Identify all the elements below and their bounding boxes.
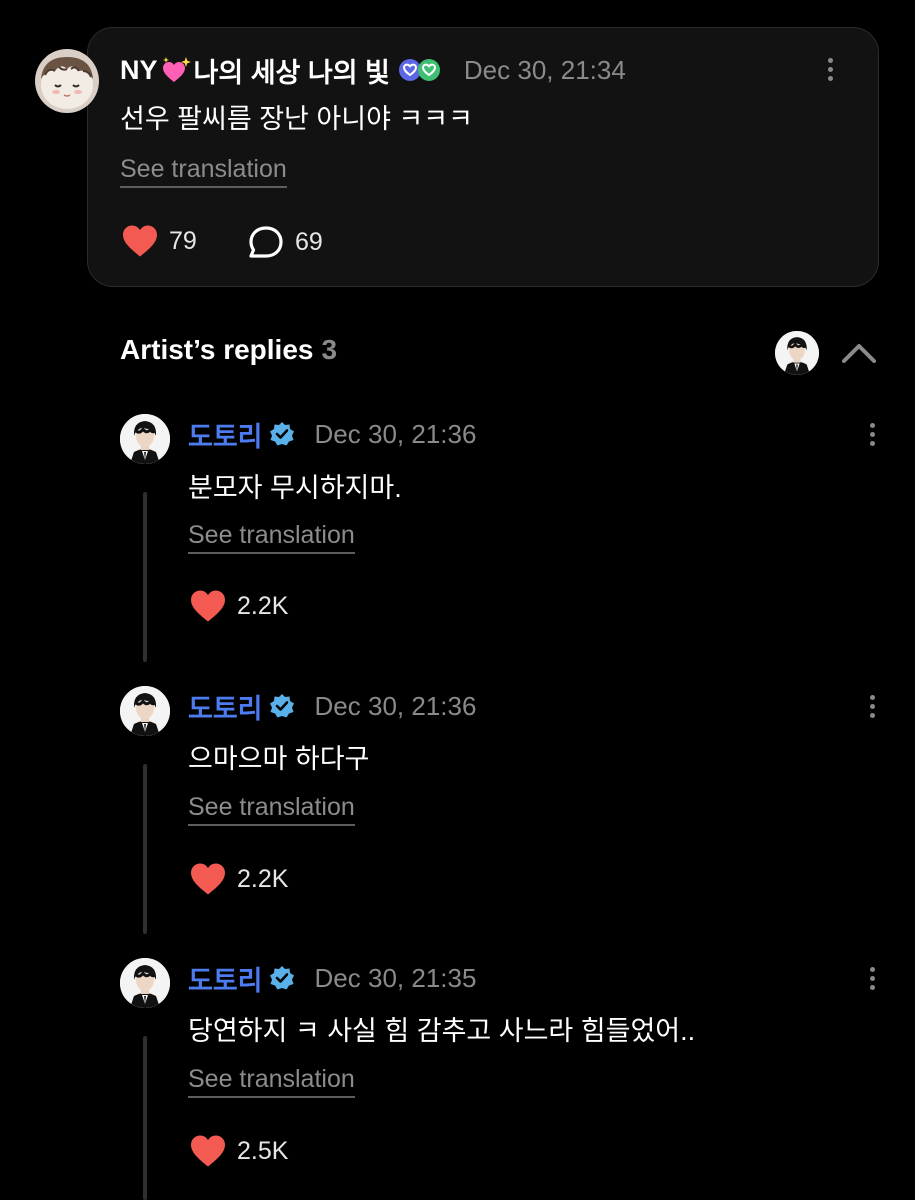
- verified-badge-icon: [269, 421, 295, 447]
- reply-more-icon[interactable]: [862, 416, 882, 452]
- sparkling-heart-icon: [160, 55, 192, 85]
- reply-avatar[interactable]: [120, 414, 170, 464]
- reply-see-translation-link[interactable]: See translation: [188, 521, 355, 554]
- post-more-icon[interactable]: [820, 51, 840, 87]
- post-timestamp: Dec 30, 21:34: [463, 54, 626, 85]
- reply-like-count: 2.5K: [237, 1136, 289, 1165]
- reply-author-name: 도토리: [188, 421, 263, 452]
- thread-line: [143, 492, 147, 662]
- reply-author[interactable]: 도토리 Dec 30, 21:36: [188, 688, 476, 724]
- reply-like-count: 2.2K: [237, 591, 289, 620]
- reply-timestamp: Dec 30, 21:36: [314, 690, 477, 721]
- reply-author-name: 도토리: [188, 693, 263, 724]
- reply-author-name: 도토리: [188, 965, 263, 996]
- verified-badge-icon: [269, 693, 295, 719]
- reply-more-icon[interactable]: [862, 688, 882, 724]
- collapse-chevron-up-icon[interactable]: [840, 336, 878, 368]
- artist-avatar-small[interactable]: [775, 331, 819, 375]
- post-author-avatar[interactable]: [35, 49, 99, 113]
- reply-see-translation-link[interactable]: See translation: [188, 1065, 355, 1098]
- reply-text: 으마으마 하다구: [188, 744, 370, 774]
- post-author-name[interactable]: NY 나의 세상 나의 빛 Dec 30, 21:34: [120, 52, 626, 88]
- post-comment-button[interactable]: 69: [247, 224, 323, 260]
- reply-author[interactable]: 도토리 Dec 30, 21:36: [188, 416, 476, 452]
- post-text: 선우 팔씨름 장난 아니야 ㅋㅋㅋ: [120, 104, 473, 134]
- heart-icon: [189, 1134, 227, 1168]
- post-like-count: 79: [169, 226, 197, 255]
- reply-timestamp: Dec 30, 21:36: [314, 418, 477, 449]
- reply-timestamp: Dec 30, 21:35: [314, 962, 477, 993]
- artist-replies-count: 3: [321, 334, 338, 365]
- reply-text: 분모자 무시하지마.: [188, 473, 402, 503]
- heart-icon: [121, 224, 159, 258]
- reply-more-icon[interactable]: [862, 960, 882, 996]
- heart-icon: [189, 862, 227, 896]
- reply-like-count: 2.2K: [237, 864, 289, 893]
- thread-line: [143, 764, 147, 934]
- artist-replies-title: Artist’s replies 3: [120, 334, 337, 366]
- post-comment-count: 69: [295, 227, 323, 256]
- post-like-button[interactable]: 79: [121, 224, 197, 258]
- reply-like-button[interactable]: 2.2K: [189, 862, 288, 896]
- thread-line: [143, 1036, 147, 1200]
- comment-bubble-icon: [249, 226, 283, 258]
- reply-text: 당연하지 ㅋ 사실 힘 감추고 사느라 힘들었어..: [188, 1016, 696, 1046]
- heart-icon: [189, 589, 227, 623]
- verified-badge-icon: [269, 965, 295, 991]
- reply-author[interactable]: 도토리 Dec 30, 21:35: [188, 960, 476, 996]
- post-see-translation-link[interactable]: See translation: [120, 155, 287, 188]
- reply-see-translation-link[interactable]: See translation: [188, 793, 355, 826]
- post-author-name-text: NY: [120, 54, 158, 85]
- reply-like-button[interactable]: 2.2K: [189, 589, 288, 623]
- artist-replies-label: Artist’s replies: [120, 334, 314, 365]
- reply-like-button[interactable]: 2.5K: [189, 1134, 288, 1168]
- post-author-name-suffix: 나의 세상 나의 빛: [193, 57, 390, 88]
- membership-badges-icon: [396, 57, 444, 83]
- reply-avatar[interactable]: [120, 958, 170, 1008]
- reply-avatar[interactable]: [120, 686, 170, 736]
